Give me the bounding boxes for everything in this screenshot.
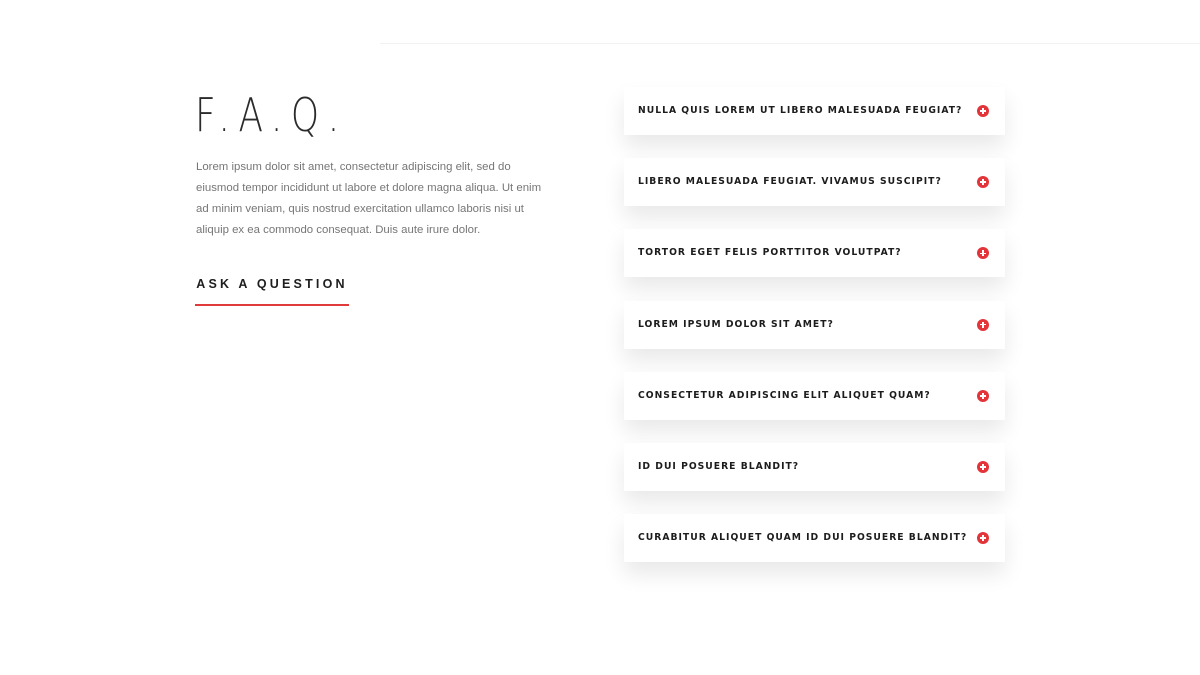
faq-item[interactable]: TORTOR EGET FELIS PORTTITOR VOLUTPAT? [624, 229, 1005, 278]
plus-circle-icon[interactable] [977, 389, 989, 402]
faq-item[interactable]: LIBERO MALESUADA FEUGIAT. VIVAMUS SUSCIP… [624, 158, 1005, 207]
faq-question: TORTOR EGET FELIS PORTTITOR VOLUTPAT? [638, 247, 902, 259]
faq-question: CURABITUR ALIQUET QUAM ID DUI POSUERE BL… [638, 532, 968, 544]
faq-item[interactable]: CURABITUR ALIQUET QUAM ID DUI POSUERE BL… [624, 514, 1005, 563]
intro-text: Lorem ipsum dolor sit amet, consectetur … [196, 161, 542, 236]
plus-circle-icon[interactable] [977, 318, 989, 331]
faq-item[interactable]: CONSECTETUR ADIPISCING ELIT ALIQUET QUAM… [624, 371, 1005, 420]
page-title: F.A.Q. [195, 88, 348, 142]
faq-section: F.A.Q. Lorem ipsum dolor sit amet, conse… [0, 0, 1200, 675]
plus-circle-icon[interactable] [977, 532, 989, 545]
plus-circle-icon[interactable] [977, 176, 989, 189]
plus-circle-icon[interactable] [977, 247, 989, 260]
faq-question: LIBERO MALESUADA FEUGIAT. VIVAMUS SUSCIP… [638, 176, 942, 188]
divider [380, 43, 1200, 44]
faq-question: NULLA QUIS LOREM UT LIBERO MALESUADA FEU… [638, 105, 963, 116]
faq-item[interactable]: NULLA QUIS LOREM UT LIBERO MALESUADA FEU… [624, 87, 1005, 135]
faq-item[interactable]: ID DUI POSUERE BLANDIT? [624, 442, 1005, 491]
faq-accordion: NULLA QUIS LOREM UT LIBERO MALESUADA FEU… [624, 87, 1005, 585]
plus-circle-icon[interactable] [977, 105, 989, 117]
faq-question: LOREM IPSUM DOLOR SIT AMET? [638, 318, 834, 330]
faq-question: ID DUI POSUERE BLANDIT? [638, 460, 800, 472]
ask-question-button[interactable]: ASK A QUESTION [195, 272, 349, 306]
faq-question: CONSECTETUR ADIPISCING ELIT ALIQUET QUAM… [638, 389, 931, 401]
faq-item[interactable]: LOREM IPSUM DOLOR SIT AMET? [624, 300, 1005, 349]
plus-circle-icon[interactable] [977, 460, 989, 473]
